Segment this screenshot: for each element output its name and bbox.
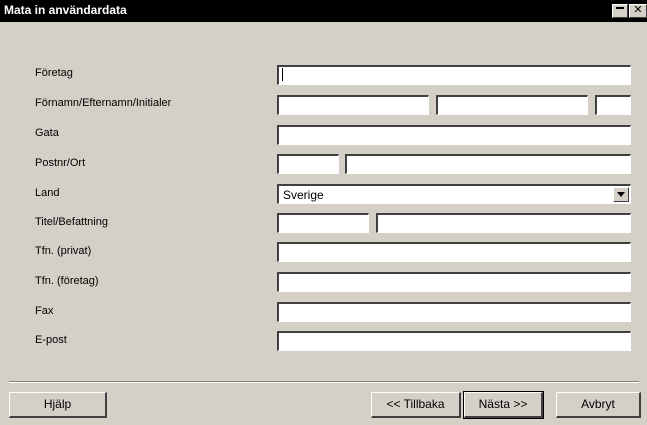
label-titel: Titel/Befattning — [35, 216, 108, 228]
help-button[interactable]: Hjälp — [9, 392, 107, 418]
chevron-down-icon — [617, 192, 625, 197]
titel-input[interactable] — [277, 213, 369, 233]
label-postnr: Postnr/Ort — [35, 157, 86, 169]
divider-highlight — [9, 382, 639, 383]
title-bar[interactable]: Mata in användardata ✕ — [0, 0, 647, 22]
efternamn-input[interactable] — [436, 95, 588, 115]
land-selected-value: Sverige — [283, 188, 324, 202]
label-tfn-privat: Tfn. (privat) — [35, 245, 92, 257]
foretag-input[interactable] — [277, 65, 631, 85]
back-button[interactable]: << Tillbaka — [371, 392, 461, 418]
text-caret — [282, 68, 283, 81]
postnr-input[interactable] — [277, 154, 339, 174]
ort-input[interactable] — [345, 154, 631, 174]
tfn-foretag-input[interactable] — [277, 272, 631, 292]
befattning-input[interactable] — [376, 213, 631, 233]
tfn-privat-input[interactable] — [277, 242, 631, 262]
label-gata: Gata — [35, 127, 59, 139]
label-namn: Förnamn/Efternamn/Initialer — [35, 97, 172, 109]
fax-input[interactable] — [277, 302, 631, 322]
initialer-input[interactable] — [595, 95, 631, 115]
label-fax: Fax — [35, 305, 54, 317]
epost-input[interactable] — [277, 331, 631, 351]
label-foretag: Företag — [35, 67, 73, 79]
fornamn-input[interactable] — [277, 95, 429, 115]
land-select[interactable]: Sverige — [277, 184, 631, 204]
label-tfn-foretag: Tfn. (företag) — [35, 275, 99, 287]
minimize-icon[interactable] — [612, 4, 628, 18]
close-icon[interactable]: ✕ — [629, 4, 647, 18]
window-title: Mata in användardata — [4, 3, 127, 17]
next-button[interactable]: Nästa >> — [463, 391, 544, 419]
dropdown-button[interactable] — [613, 187, 629, 202]
label-epost: E-post — [35, 334, 67, 346]
cancel-button[interactable]: Avbryt — [556, 392, 641, 418]
label-land: Land — [35, 187, 60, 199]
gata-input[interactable] — [277, 125, 631, 145]
dialog-window: Mata in användardata ✕ Företag Förnamn/E… — [0, 0, 647, 425]
